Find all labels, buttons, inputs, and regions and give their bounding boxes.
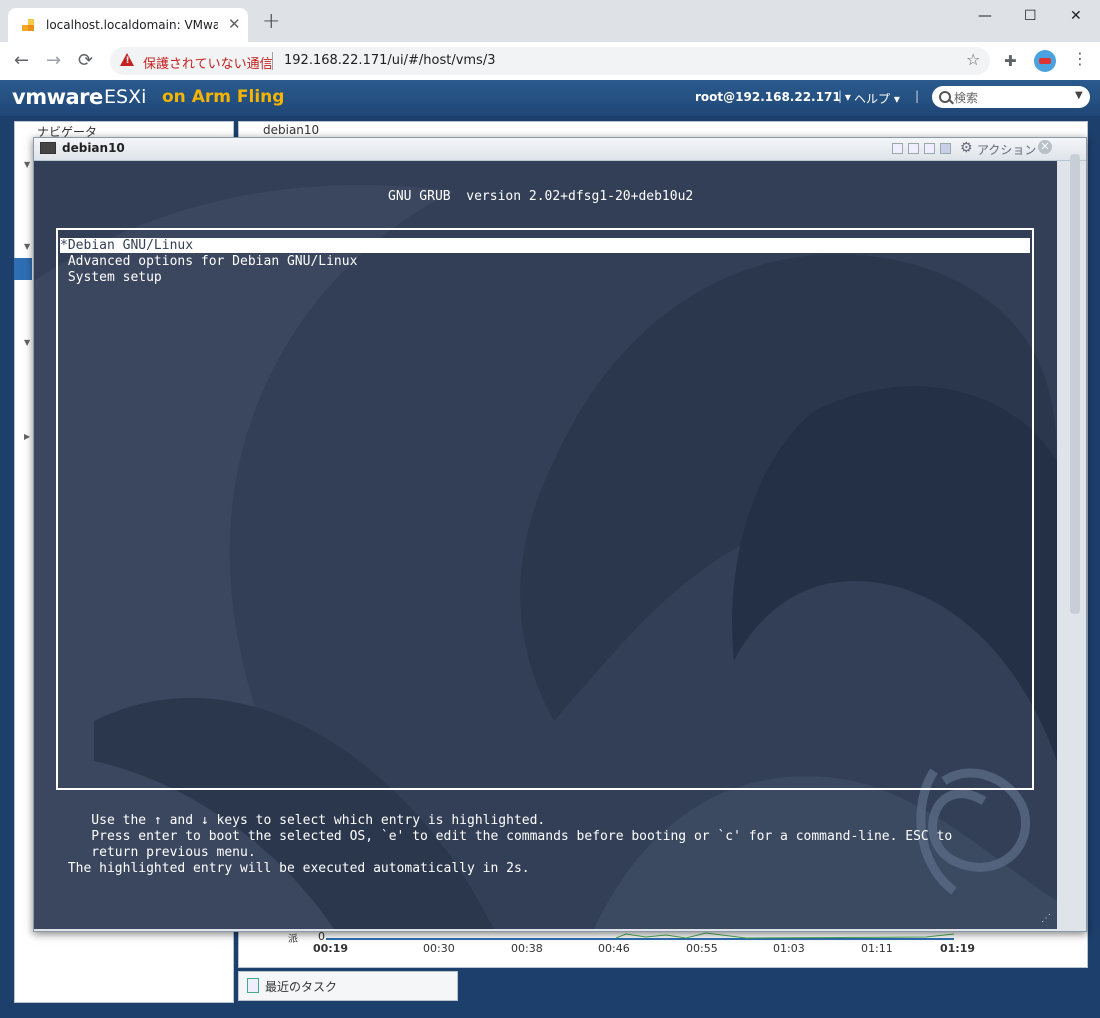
grub-entry-setup[interactable]: System setup (60, 270, 1030, 285)
grub-help-line-1: Use the ↑ and ↓ keys to select which ent… (60, 813, 546, 828)
grub-menu: *Debian GNU/Linux Advanced options for D… (56, 228, 1034, 790)
close-icon[interactable]: ✕ (1038, 140, 1052, 154)
address-bar[interactable]: ! 保護されていない通信 192.168.22.171/ui/#/host/vm… (110, 47, 990, 75)
new-tab-button[interactable]: + (262, 11, 280, 33)
warning-icon[interactable]: ! (120, 53, 134, 66)
graph-x-tick: 01:11 (861, 942, 893, 955)
url-divider (272, 52, 273, 70)
grub-entry-debian[interactable]: *Debian GNU/Linux (60, 238, 1030, 253)
esxi-header: vmware ESXi on Arm Fling root@192.168.22… (0, 80, 1100, 116)
grub-help-line-2: Press enter to boot the selected OS, `e'… (60, 829, 953, 844)
search-placeholder: 検索 (954, 91, 979, 105)
header-divider: | (838, 89, 843, 103)
grub-header: GNU GRUB version 2.02+dfsg1-20+deb10u2 (388, 189, 694, 204)
search-icon (939, 91, 951, 103)
console-scrollbar[interactable] (1070, 154, 1080, 614)
actions-menu[interactable]: アクション (977, 141, 1036, 158)
navigator-selected-item[interactable] (14, 258, 32, 280)
expand-icon[interactable]: ▼ (24, 242, 30, 251)
console-tool-icon[interactable] (892, 143, 903, 154)
profile-avatar[interactable] (1034, 50, 1056, 72)
console-tool-icon[interactable] (908, 143, 919, 154)
gear-icon[interactable]: ⚙ (960, 140, 973, 156)
user-menu[interactable]: root@192.168.22.171 ▾ (695, 90, 851, 104)
resize-grip-icon[interactable]: ⋰ (1041, 913, 1051, 924)
graph-y-label: 派 (288, 934, 298, 945)
graph-x-tick: 00:46 (598, 942, 630, 955)
tab-title: localhost.localdomain: VMware ESXi (46, 18, 218, 32)
search-box[interactable]: 検索 ▼ (932, 86, 1090, 108)
graph-x-tick: 00:30 (423, 942, 455, 955)
maximize-button[interactable]: ☐ (1024, 8, 1037, 24)
vmware-favicon-icon (22, 19, 36, 31)
collapse-icon[interactable]: ▶ (24, 432, 30, 441)
console-title: debian10 (62, 141, 125, 155)
grub-help-line-3: return previous menu. (60, 845, 256, 860)
forward-icon[interactable]: → (46, 50, 61, 71)
console-titlebar[interactable]: debian10 ⚙ アクション ✕ (34, 138, 1086, 161)
browser-menu-icon[interactable]: ⋮ (1072, 49, 1088, 68)
extensions-icon[interactable]: ✚ (1004, 52, 1017, 70)
graph-x-tick: 01:03 (773, 942, 805, 955)
fling-logo: on Arm Fling (162, 87, 285, 107)
header-divider: | (915, 89, 920, 103)
graph-x-tick: 00:55 (686, 942, 718, 955)
browser-tab[interactable]: localhost.localdomain: VMware ESXi ✕ (8, 8, 248, 42)
graph-x-tick: 01:19 (940, 942, 976, 955)
help-menu[interactable]: ヘルプ ▾ (854, 90, 900, 107)
recent-tasks-label: 最近のタスク (265, 980, 338, 994)
graph-series-green (615, 932, 955, 939)
graph-x-tick: 00:38 (511, 942, 543, 955)
chevron-down-icon[interactable]: ▼ (1075, 90, 1083, 101)
reload-icon[interactable]: ⟳ (78, 50, 93, 71)
grub-screen[interactable]: GNU GRUB version 2.02+dfsg1-20+deb10u2 *… (34, 161, 1057, 929)
graph-x-tick: 00:19 (313, 942, 349, 955)
esxi-logo: ESXi (104, 86, 147, 108)
vm-panel-title: debian10 (263, 123, 320, 137)
grub-countdown: The highlighted entry will be executed a… (60, 861, 530, 876)
recent-tasks-bar[interactable]: 最近のタスク (238, 971, 458, 1001)
expand-icon[interactable]: ▼ (24, 160, 30, 169)
expand-icon[interactable]: ▼ (24, 338, 30, 347)
url-text[interactable]: 192.168.22.171/ui/#/host/vms/3 (284, 53, 496, 68)
minimize-button[interactable]: — (978, 8, 992, 24)
bookmark-star-icon[interactable]: ☆ (966, 50, 980, 69)
browser-tabbar: localhost.localdomain: VMware ESXi ✕ + —… (0, 0, 1100, 42)
browser-toolbar: ← → ⟳ ! 保護されていない通信 192.168.22.171/ui/#/h… (0, 42, 1100, 81)
vmware-logo: vmware (12, 85, 103, 109)
console-monitor-icon (40, 142, 56, 154)
keyboard-flag-icon[interactable] (940, 143, 951, 154)
console-tool-icon[interactable] (924, 143, 935, 154)
tab-close-icon[interactable]: ✕ (228, 15, 241, 33)
grub-entry-advanced[interactable]: Advanced options for Debian GNU/Linux (60, 254, 1030, 269)
back-icon[interactable]: ← (14, 50, 29, 71)
security-warning[interactable]: 保護されていない通信 (143, 53, 273, 72)
close-window-button[interactable]: ✕ (1070, 8, 1082, 24)
clipboard-icon (247, 978, 259, 993)
